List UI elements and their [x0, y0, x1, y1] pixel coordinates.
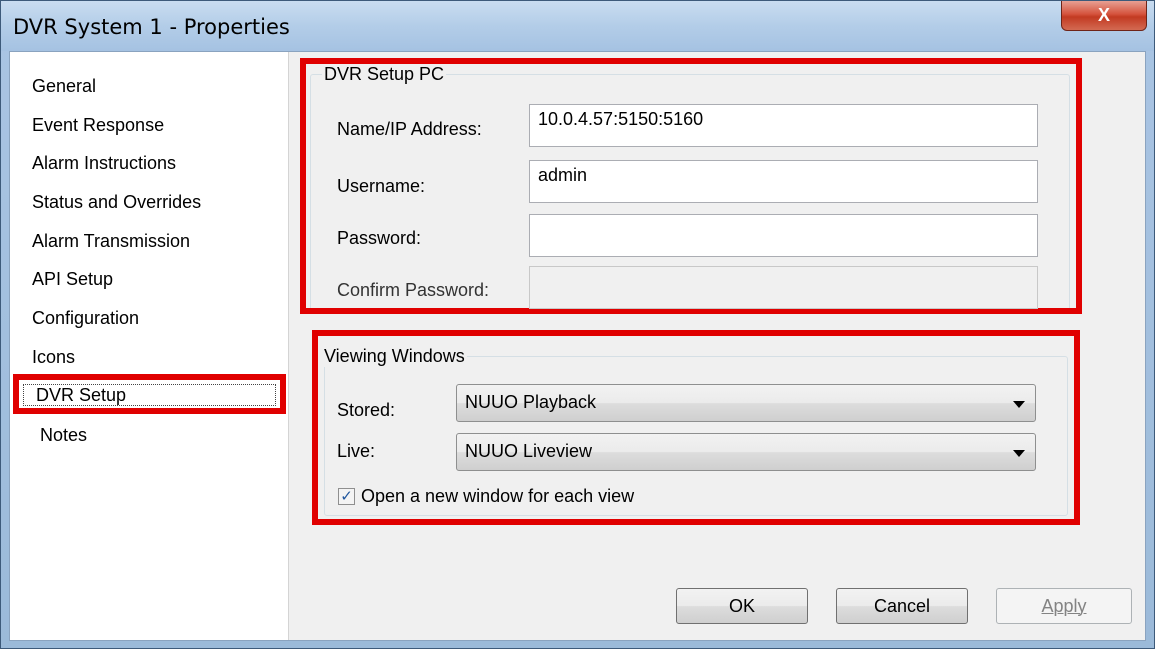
sidebar-item-notes[interactable]: Notes [40, 425, 87, 446]
live-value: NUUO Liveview [465, 441, 593, 461]
ok-button-label: OK [728, 595, 755, 616]
password-label: Password: [337, 228, 422, 248]
title-bar[interactable]: DVR System 1 - Properties X [1, 1, 1154, 51]
confirm-password-label: Confirm Password: [337, 280, 490, 300]
checkmark-icon: ✓ [340, 488, 353, 505]
chevron-down-icon [1013, 401, 1025, 408]
sidebar-item-general[interactable]: General [32, 76, 96, 97]
stored-value: NUUO Playback [465, 392, 597, 412]
close-icon: X [1097, 5, 1110, 25]
cancel-button-label: Cancel [873, 595, 931, 616]
sidebar-item-event-response[interactable]: Event Response [32, 115, 164, 136]
name-ip-field[interactable]: 10.0.4.57:5150:5160 [529, 104, 1038, 147]
cancel-button[interactable]: Cancel [836, 588, 968, 624]
sidebar-item-alarm-instructions[interactable]: Alarm Instructions [32, 153, 176, 174]
window-title: DVR System 1 - Properties [13, 15, 290, 39]
name-ip-label: Name/IP Address: [337, 119, 482, 139]
properties-window: DVR System 1 - Properties X General Even… [0, 0, 1155, 649]
username-field[interactable]: admin [529, 160, 1038, 203]
close-button[interactable]: X [1061, 1, 1147, 31]
chevron-down-icon [1013, 450, 1025, 457]
password-field[interactable] [529, 214, 1038, 257]
sidebar-item-icons[interactable]: Icons [32, 347, 75, 368]
ok-button[interactable]: OK [676, 588, 808, 624]
sidebar-item-status-and-overrides[interactable]: Status and Overrides [32, 192, 201, 213]
open-new-window-label[interactable]: Open a new window for each view [361, 486, 634, 507]
sidebar-item-dvr-setup[interactable]: DVR Setup [36, 385, 126, 406]
apply-button-label: Apply [1041, 595, 1087, 616]
sidebar-item-configuration[interactable]: Configuration [32, 308, 139, 329]
apply-button[interactable]: Apply [996, 588, 1132, 624]
open-new-window-checkbox[interactable]: ✓ [338, 488, 355, 505]
username-label: Username: [337, 176, 426, 196]
stored-dropdown[interactable]: NUUO Playback [456, 384, 1036, 422]
sidebar-item-api-setup[interactable]: API Setup [32, 269, 113, 290]
sidebar-item-alarm-transmission[interactable]: Alarm Transmission [32, 231, 190, 252]
stored-label: Stored: [337, 400, 396, 420]
dialog-client-area: General Event Response Alarm Instruction… [9, 51, 1146, 641]
live-label: Live: [337, 441, 376, 461]
confirm-password-field[interactable] [529, 266, 1038, 309]
properties-sidebar: General Event Response Alarm Instruction… [10, 52, 289, 640]
live-dropdown[interactable]: NUUO Liveview [456, 433, 1036, 471]
